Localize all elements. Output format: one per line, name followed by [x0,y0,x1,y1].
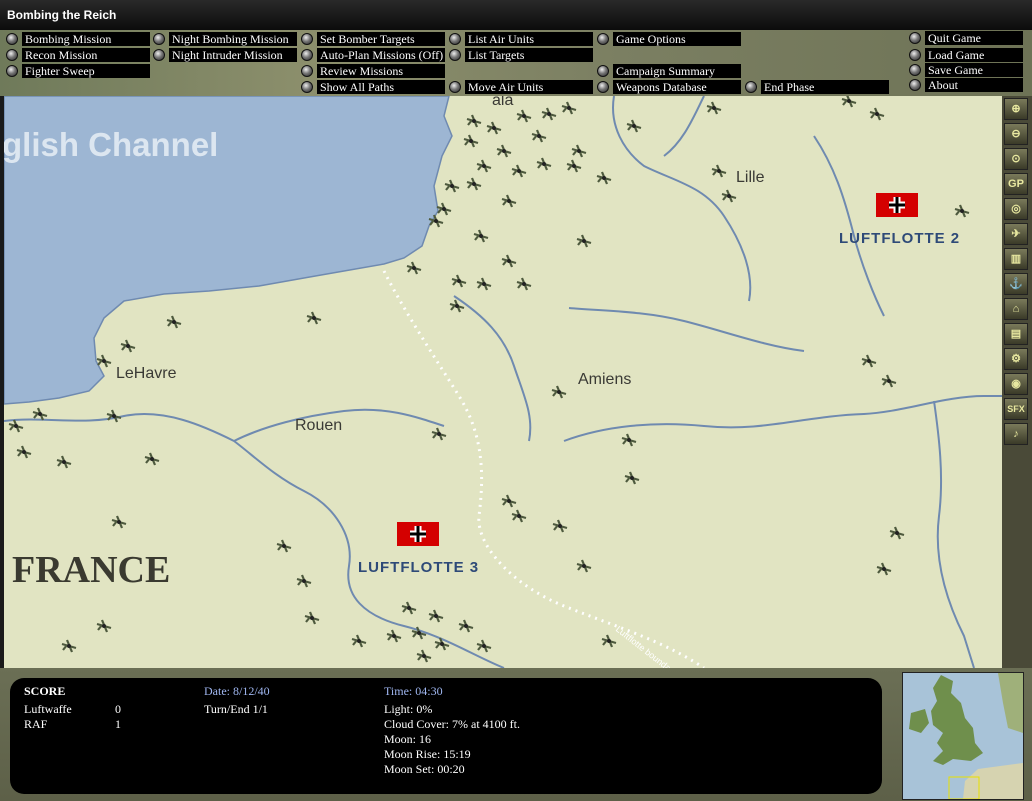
flak-icon[interactable]: ⚙ [1004,348,1028,370]
menu-list-air-units[interactable]: List Air Units [449,32,593,46]
status-area: SCORE Luftwaffe 0 RAF 1 Date: 8/12/40 Tu… [0,668,1032,801]
menu-bombing-mission[interactable]: Bombing Mission [6,32,150,46]
radio-icon [449,49,461,61]
menu-load-game[interactable]: Load Game [909,48,1023,62]
building-icon[interactable]: ▤ [1004,323,1028,345]
moon-set-value: Moon Set: 00:20 [384,762,465,776]
city-lille: Lille [736,169,765,186]
menu-review-missions[interactable]: Review Missions [301,64,445,78]
zoom-out-icon[interactable]: ⊖ [1004,123,1028,145]
date-value: Date: 8/12/40 [204,684,270,698]
radio-icon [909,79,921,91]
factory-icon[interactable]: ▥ [1004,248,1028,270]
anchor-icon[interactable]: ⚓ [1004,273,1028,295]
menu-fighter-sweep[interactable]: Fighter Sweep [6,64,150,78]
radio-icon [301,33,313,45]
menu-move-air-units[interactable]: Move Air Units [449,80,593,94]
status-panel: SCORE Luftwaffe 0 RAF 1 Date: 8/12/40 Tu… [10,678,882,794]
menu-about[interactable]: About [909,78,1023,92]
minimap[interactable] [902,672,1024,800]
city-calais: ala [492,96,514,109]
radio-icon [301,65,313,77]
menu-weapons-database[interactable]: Weapons Database [597,80,741,94]
moon-value: Moon: 16 [384,732,432,746]
radio-icon [301,49,313,61]
luftwaffe-score: 0 [115,702,121,716]
radio-icon [449,33,461,45]
crosshair-icon[interactable]: ⊙ [1004,148,1028,170]
menu-quit-game[interactable]: Quit Game [909,31,1023,45]
menu-save-game[interactable]: Save Game [909,63,1023,77]
raf-score: 1 [115,717,121,731]
menu-night-bombing-mission[interactable]: Night Bombing Mission [153,32,297,46]
radio-icon [6,65,18,77]
luftflotte-boundary-line [382,270,705,668]
time-value: Time: 04:30 [384,684,443,698]
map-toolbar: ⊕ ⊖ ⊙ GP ◎ ✈ ▥ ⚓ ⌂ ▤ ⚙ ◉ SFX ♪ [1002,96,1032,668]
gp-button[interactable]: GP [1004,173,1028,195]
menu-game-options[interactable]: Game Options [597,32,741,46]
moon-rise-value: Moon Rise: 15:19 [384,747,471,761]
luftflotte-2-label[interactable]: LUFTFLOTTE 2 [839,230,960,247]
target-icon[interactable]: ◎ [1004,198,1028,220]
sea-label: glish Channel [4,126,219,163]
menu-night-intruder-mission[interactable]: Night Intruder Mission [153,48,297,62]
radio-icon [153,33,165,45]
light-value: Light: 0% [384,702,433,716]
zoom-in-icon[interactable]: ⊕ [1004,98,1028,120]
radio-icon [449,81,461,93]
flag-luftflotte-2 [876,193,918,217]
flag-luftflotte-3 [397,522,439,546]
radio-icon [597,81,609,93]
radio-icon [745,81,757,93]
radio-icon [153,49,165,61]
radio-icon [301,81,313,93]
bridge-icon[interactable]: ⌂ [1004,298,1028,320]
radio-icon [909,49,921,61]
radio-icon [597,65,609,77]
radio-icon [6,33,18,45]
menu-recon-mission[interactable]: Recon Mission [6,48,150,62]
menu-show-all-paths[interactable]: Show All Paths [301,80,445,94]
window-title: Bombing the Reich [0,0,1032,30]
score-title: SCORE [24,684,66,698]
menu-set-bomber-targets[interactable]: Set Bomber Targets [301,32,445,46]
menu-campaign-summary[interactable]: Campaign Summary [597,64,741,78]
city-amiens: Amiens [578,371,632,388]
music-icon[interactable]: ♪ [1004,423,1028,445]
cloud-cover-value: Cloud Cover: 7% at 4100 ft. [384,717,520,731]
menu-bar: Bombing Mission Recon Mission Fighter Sw… [0,30,1032,96]
luftflotte-3-label[interactable]: LUFTFLOTTE 3 [358,559,479,576]
menu-list-targets[interactable]: List Targets [449,48,593,62]
country-label: FRANCE [12,549,171,591]
city-rouen: Rouen [295,417,343,434]
turn-value: Turn/End 1/1 [204,702,268,716]
map-view[interactable]: glish Channel FRANCE Lille LeHavre Rouen… [4,96,1002,668]
radio-icon [909,32,921,44]
sfx-button[interactable]: SFX [1004,398,1028,420]
radar-icon[interactable]: ◉ [1004,373,1028,395]
radio-icon [597,33,609,45]
menu-end-phase[interactable]: End Phase [745,80,889,94]
radio-icon [6,49,18,61]
aircraft-icon[interactable]: ✈ [1004,223,1028,245]
city-lehavre: LeHavre [116,365,177,382]
raf-label: RAF [24,717,48,731]
radio-icon [909,64,921,76]
minimap-svg [909,673,1023,799]
luftwaffe-label: Luftwaffe [24,702,72,716]
menu-auto-plan-missions[interactable]: Auto-Plan Missions (Off) [301,48,445,62]
